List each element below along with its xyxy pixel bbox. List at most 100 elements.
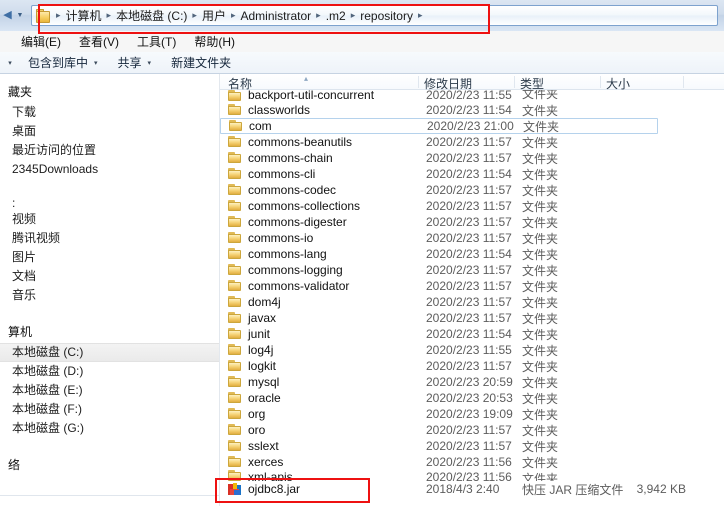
cell-name: commons-lang — [248, 247, 327, 261]
table-row[interactable]: log4j 2020/2/23 11:55 文件夹 — [220, 342, 724, 358]
sidebar-item-local-disk-d[interactable]: 本地磁盘 (D:) — [0, 362, 219, 381]
cell-name: commons-codec — [248, 183, 337, 197]
sidebar-item-recent-places[interactable]: 最近访问的位置 — [0, 141, 219, 160]
table-row[interactable]: commons-cli 2020/2/23 11:54 文件夹 — [220, 166, 724, 182]
table-row[interactable]: dom4j 2020/2/23 11:57 文件夹 — [220, 294, 724, 310]
menu-item-view[interactable]: 查看(V) — [70, 31, 128, 52]
folder-icon — [225, 360, 245, 372]
folder-icon — [225, 344, 245, 356]
table-row[interactable]: commons-collections 2020/2/23 11:57 文件夹 — [220, 198, 724, 214]
folder-icon — [35, 9, 50, 23]
table-row[interactable]: xerces 2020/2/23 11:56 文件夹 — [220, 454, 724, 470]
cell-name: commons-digester — [248, 215, 347, 229]
table-row[interactable]: commons-io 2020/2/23 11:57 文件夹 — [220, 230, 724, 246]
sidebar-item-music[interactable]: 音乐 — [0, 286, 219, 305]
explorer-window: ◀ ▼ ▸ 计算机 ▸ 本地磁盘 (C:) ▸ 用户 ▸ Administrat… — [0, 0, 724, 506]
cell-type: 文件夹 — [522, 215, 559, 230]
table-row[interactable]: commons-validator 2020/2/23 11:57 文件夹 — [220, 278, 724, 294]
table-row[interactable]: commons-logging 2020/2/23 11:57 文件夹 — [220, 262, 724, 278]
nav-group-header-favorites[interactable]: 藏夹 — [0, 80, 219, 103]
column-divider[interactable] — [683, 76, 684, 88]
folder-icon — [225, 152, 245, 164]
table-row[interactable]: mysql 2020/2/23 20:59 文件夹 — [220, 374, 724, 390]
sidebar-item-local-disk-g[interactable]: 本地磁盘 (G:) — [0, 419, 219, 438]
table-row[interactable]: javax 2020/2/23 11:57 文件夹 — [220, 310, 724, 326]
table-row[interactable]: commons-codec 2020/2/23 11:57 文件夹 — [220, 182, 724, 198]
cell-name: junit — [248, 327, 271, 341]
table-row[interactable]: org 2020/2/23 19:09 文件夹 — [220, 406, 724, 422]
sidebar-item-2345downloads[interactable]: 2345Downloads — [0, 160, 219, 179]
table-row[interactable]: com 2020/2/23 21:00 文件夹 — [220, 118, 658, 134]
table-row[interactable]: ojdbc8.jar 2018/4/3 2:40 快压 JAR 压缩文件 3,942 … — [220, 481, 724, 497]
table-row[interactable]: commons-lang 2020/2/23 11:54 文件夹 — [220, 246, 724, 262]
sidebar-item-local-disk-e[interactable]: 本地磁盘 (E:) — [0, 381, 219, 400]
address-input[interactable]: ▸ 计算机 ▸ 本地磁盘 (C:) ▸ 用户 ▸ Administrator ▸… — [31, 5, 718, 26]
navigation-pane[interactable]: 藏夹 下载 桌面 最近访问的位置 2345Downloads : 视频 腾讯视频… — [0, 74, 220, 506]
table-row[interactable]: logkit 2020/2/23 11:57 文件夹 — [220, 358, 724, 374]
sidebar-item-local-disk-c[interactable]: 本地磁盘 (C:) — [0, 343, 219, 362]
table-row[interactable]: classworlds 2020/2/23 11:54 文件夹 — [220, 102, 724, 118]
toolbar-new-folder-button[interactable]: 新建文件夹 — [164, 52, 238, 73]
organize-caret-icon[interactable]: ▾ — [5, 59, 15, 67]
column-divider[interactable] — [418, 76, 419, 88]
table-row[interactable]: oro 2020/2/23 11:57 文件夹 — [220, 422, 724, 438]
column-header-size[interactable]: 大小 — [606, 75, 630, 92]
breadcrumb-item-repository[interactable]: repository — [358, 8, 415, 24]
column-header-name[interactable]: 名称 — [228, 75, 252, 92]
column-header-date-modified[interactable]: 修改日期 — [424, 75, 472, 92]
folder-icon — [225, 168, 245, 180]
breadcrumb-item-computer[interactable]: 计算机 — [64, 6, 104, 25]
sidebar-item-documents[interactable]: 文档 — [0, 267, 219, 286]
cell-type: 文件夹 — [522, 167, 559, 182]
menu-item-edit[interactable]: 编辑(E) — [12, 31, 70, 52]
chevron-down-icon[interactable]: ▼ — [14, 8, 26, 23]
breadcrumb-item-local-disk-c[interactable]: 本地磁盘 (C:) — [114, 6, 189, 25]
nav-group-header-computer[interactable]: 算机 — [0, 320, 219, 343]
column-divider[interactable] — [600, 76, 601, 88]
toolbar-include-in-library-label: 包含到库中 — [28, 56, 89, 70]
cell-name: dom4j — [248, 295, 281, 309]
sidebar-item-pictures[interactable]: 图片 — [0, 248, 219, 267]
back-arrow-icon[interactable]: ◀ — [1, 8, 14, 23]
sidebar-item-videos[interactable]: 视频 — [0, 210, 219, 229]
breadcrumb-item-administrator[interactable]: Administrator — [238, 8, 313, 24]
nav-group-header-network[interactable]: 络 — [0, 453, 219, 476]
sidebar-item-downloads[interactable]: 下载 — [0, 103, 219, 122]
file-rows: backport-util-concurrent 2020/2/23 11:55 文… — [220, 90, 724, 506]
toolbar: ▾ 包含到库中 ▾ 共享 ▾ 新建文件夹 — [0, 52, 724, 74]
cell-date-modified: 2020/2/23 11:56 — [426, 470, 512, 481]
sidebar-item-tencent-video[interactable]: 腾讯视频 — [0, 229, 219, 248]
toolbar-include-in-library-button[interactable]: 包含到库中 ▾ — [21, 52, 105, 73]
breadcrumb-item-users[interactable]: 用户 — [200, 6, 228, 25]
table-row[interactable]: junit 2020/2/23 11:54 文件夹 — [220, 326, 724, 342]
table-row[interactable]: oracle 2020/2/23 20:53 文件夹 — [220, 390, 724, 406]
sidebar-item-desktop[interactable]: 桌面 — [0, 122, 219, 141]
folder-icon — [225, 104, 245, 116]
cell-date-modified: 2020/2/23 11:57 — [426, 279, 512, 293]
table-row[interactable]: xml-apis 2020/2/23 11:56 文件夹 — [220, 470, 724, 481]
sidebar-item-local-disk-f[interactable]: 本地磁盘 (F:) — [0, 400, 219, 419]
cell-name: com — [249, 119, 272, 133]
column-header-type[interactable]: 类型 — [520, 75, 544, 92]
table-row[interactable]: commons-digester 2020/2/23 11:57 文件夹 — [220, 214, 724, 230]
cell-date-modified: 2020/2/23 19:09 — [426, 407, 513, 421]
column-divider[interactable] — [514, 76, 515, 88]
file-list-pane[interactable]: 名称 ▴ 修改日期 类型 大小 backport-util-concurrent… — [220, 74, 724, 506]
cell-name: commons-logging — [248, 263, 343, 277]
table-row[interactable]: commons-beanutils 2020/2/23 11:57 文件夹 — [220, 134, 724, 150]
nav-group-header-libraries[interactable]: : — [0, 194, 219, 210]
toolbar-share-button[interactable]: 共享 ▾ — [111, 52, 159, 73]
menu-item-help[interactable]: 帮助(H) — [185, 31, 244, 52]
folder-icon — [225, 376, 245, 388]
cell-type: 文件夹 — [522, 135, 559, 150]
table-row[interactable]: sslext 2020/2/23 11:57 文件夹 — [220, 438, 724, 454]
table-row[interactable]: commons-chain 2020/2/23 11:57 文件夹 — [220, 150, 724, 166]
folder-icon — [225, 248, 245, 260]
folder-icon — [225, 392, 245, 404]
cell-date-modified: 2020/2/23 11:57 — [426, 311, 512, 325]
menu-item-tools[interactable]: 工具(T) — [128, 31, 185, 52]
folder-icon — [225, 280, 245, 292]
folder-icon — [225, 312, 245, 324]
breadcrumb-item-m2[interactable]: .m2 — [324, 8, 348, 24]
